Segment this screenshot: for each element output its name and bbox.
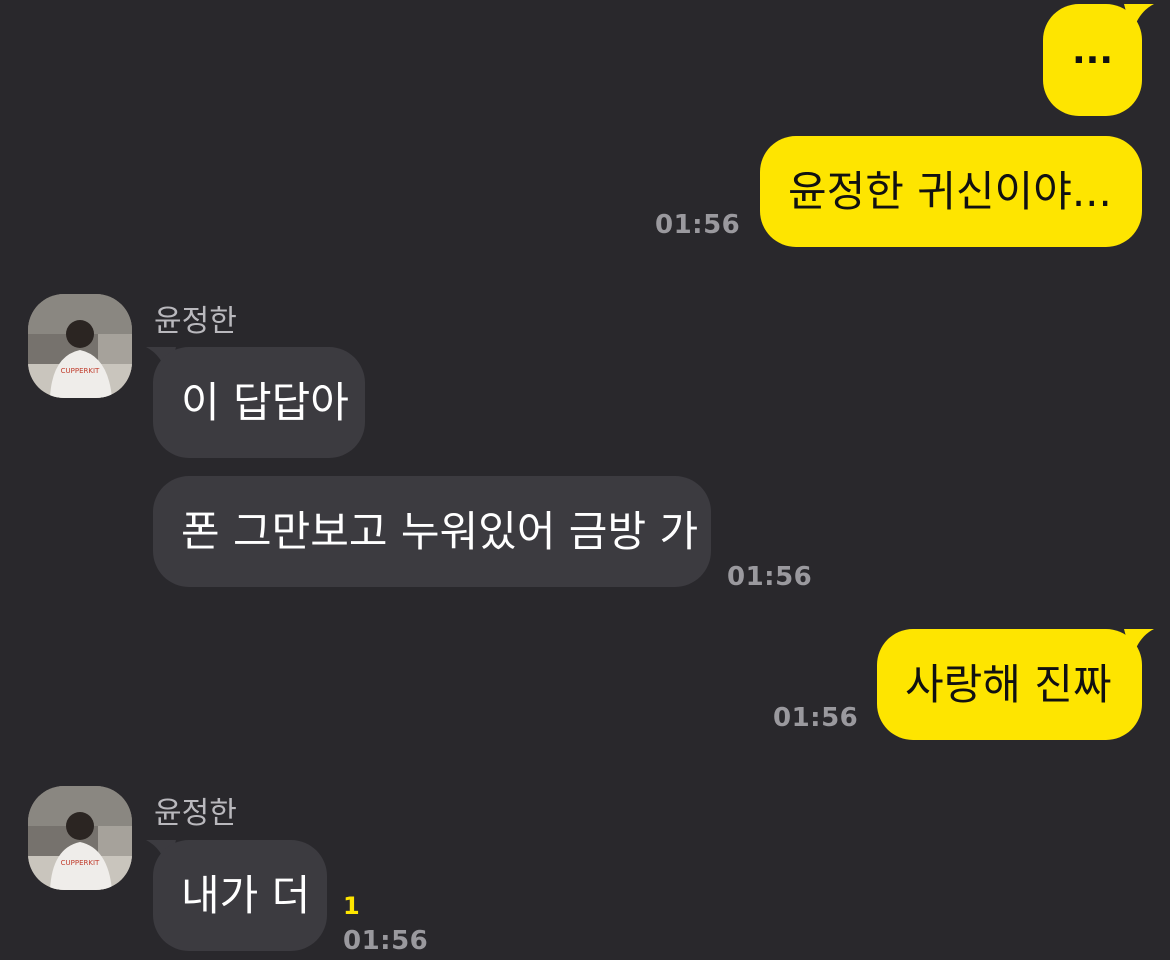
message-timestamp: 01:56 <box>773 703 859 733</box>
message-timestamp: 01:56 <box>343 926 429 956</box>
message-text: ... <box>1071 31 1114 72</box>
contact-avatar[interactable]: CUPPERKIT <box>28 786 132 890</box>
message-timestamp: 01:56 <box>655 210 741 240</box>
avatar-photo: CUPPERKIT <box>28 294 132 398</box>
avatar-photo: CUPPERKIT <box>28 786 132 890</box>
unread-count: 1 <box>343 892 360 920</box>
message-text: 폰 그만보고 누워있어 금방 가 <box>181 506 699 556</box>
other-message-bubble[interactable]: 폰 그만보고 누워있어 금방 가 <box>153 476 711 587</box>
my-bubble-tail <box>1124 4 1154 34</box>
my-message-bubble[interactable]: 사랑해 진짜 <box>877 629 1142 740</box>
my-message-bubble[interactable]: 윤정한 귀신이야... <box>760 136 1142 247</box>
message-timestamp: 01:56 <box>727 562 813 592</box>
message-text: 사랑해 진짜 <box>905 659 1112 709</box>
svg-text:CUPPERKIT: CUPPERKIT <box>61 367 100 375</box>
message-text: 내가 더 <box>181 870 311 920</box>
other-message-bubble[interactable]: 내가 더 <box>153 840 327 951</box>
svg-text:CUPPERKIT: CUPPERKIT <box>61 859 100 867</box>
sender-name: 윤정한 <box>154 796 237 831</box>
message-text: 이 답답아 <box>181 377 349 427</box>
chat-room: ... 01:56 윤정한 귀신이야... CUPPERKIT 윤정한 이 답답… <box>0 0 1170 960</box>
message-text: 윤정한 귀신이야... <box>788 166 1112 216</box>
contact-avatar[interactable]: CUPPERKIT <box>28 294 132 398</box>
sender-name: 윤정한 <box>154 304 237 339</box>
my-bubble-tail <box>1124 629 1154 659</box>
other-message-bubble[interactable]: 이 답답아 <box>153 347 365 458</box>
